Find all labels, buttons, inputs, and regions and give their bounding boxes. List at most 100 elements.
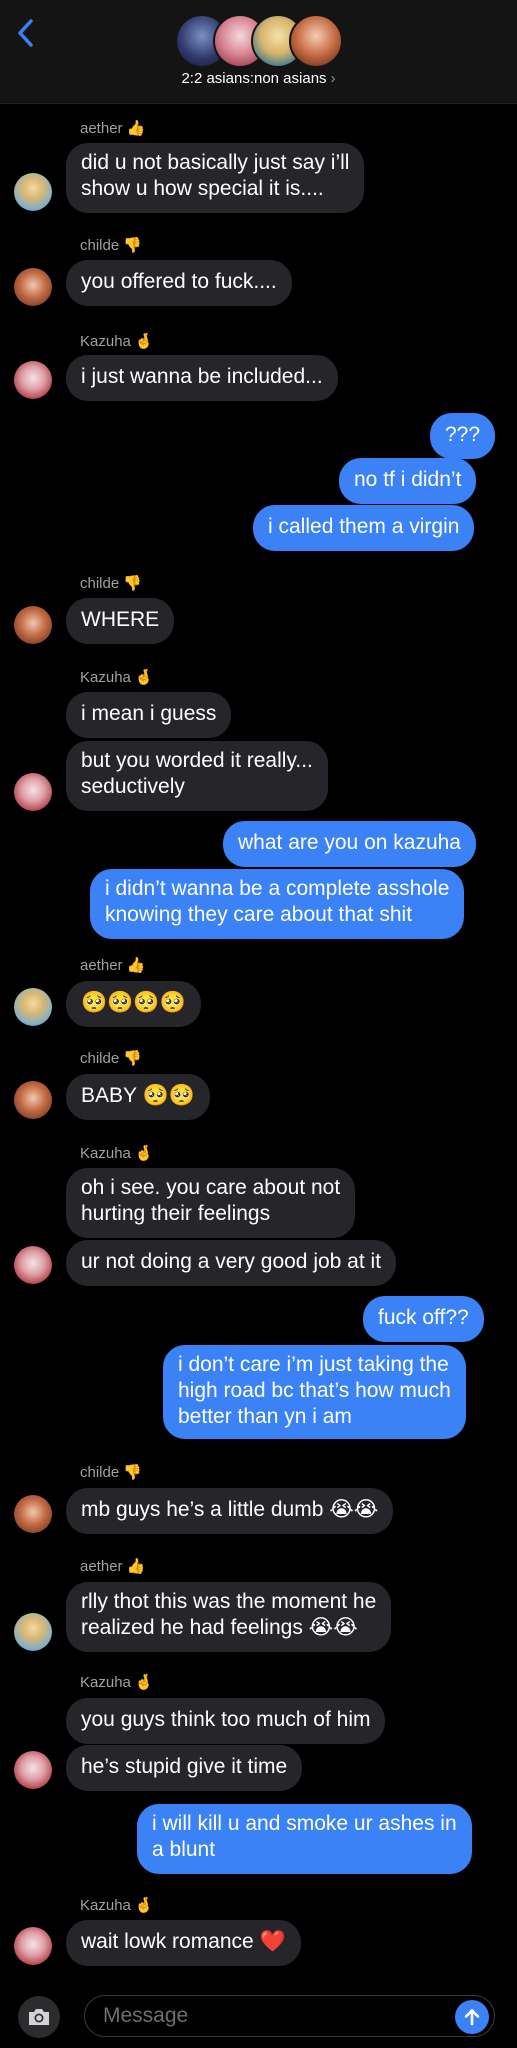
message-text: 🥺🥺🥺🥺 [81,991,186,1014]
thumbs-down-icon: 👎 [123,1050,142,1067]
thumbs-down-icon: 👎 [123,1464,142,1481]
sender-label: childe 👎 [80,1050,142,1067]
message-text: i will kill u and smoke ur ashes in [152,1812,457,1835]
sender-label: Kazuha 🤞 [80,333,154,350]
message-bubble[interactable]: you guys think too much of him [66,1698,386,1744]
message-bubble[interactable]: wait lowk romance ❤️ [66,1920,301,1966]
message-text: rlly thot this was the moment he [81,1590,377,1613]
sender-label: childe 👎 [80,575,142,592]
message-bubble[interactable]: mb guys he’s a little dumb 😭😭 [66,1488,394,1534]
sender-label: Kazuha 🤞 [80,1674,154,1691]
avatar-aether[interactable] [14,988,52,1026]
arrow-up-icon [464,2009,480,2026]
message-text: ur not doing a very good job at it [81,1250,382,1273]
avatar-childe[interactable] [14,1081,52,1119]
message-bubble-outgoing[interactable]: ??? [430,413,496,459]
camera-button[interactable] [18,1996,60,2038]
message-input[interactable] [84,1995,495,2037]
sender-label: Kazuha 🤞 [80,669,154,686]
message-bubble[interactable]: ur not doing a very good job at it [66,1240,397,1286]
message-composer [0,1983,517,2048]
group-name[interactable]: 2:2 asians:non asians › [0,70,517,87]
thumbs-down-icon: 👎 [123,575,142,592]
chat-header: 2:2 asians:non asians › [0,0,517,104]
message-text: BABY 🥺🥺 [81,1084,195,1107]
avatar-childe[interactable] [14,268,52,306]
message-text: WHERE [81,608,160,631]
message-bubble[interactable]: oh i see. you care about not hurting the… [66,1168,356,1238]
message-bubble[interactable]: i mean i guess [66,692,232,738]
back-button[interactable] [14,16,36,50]
avatar-childe[interactable] [14,606,52,644]
message-bubble[interactable]: he’s stupid give it time [66,1745,303,1791]
crossed-fingers-icon: 🤞 [134,1674,154,1691]
message-text: fuck off?? [378,1306,469,1329]
message-text: i didn’t wanna be a complete asshole [105,877,450,900]
sender-label: childe 👎 [80,237,142,254]
message-text: i don’t care i’m just taking the [178,1353,449,1376]
message-bubble[interactable]: WHERE [66,598,175,644]
message-bubble-outgoing[interactable]: i don’t care i’m just taking the high ro… [163,1345,466,1439]
message-bubble[interactable]: did u not basically just say i’ll show u… [66,143,365,213]
thumbs-down-icon: 👎 [123,237,142,254]
group-avatar [289,14,343,68]
avatar-childe[interactable] [14,1495,52,1533]
sender-label: aether 👍 [80,1558,146,1575]
crossed-fingers-icon: 🤞 [134,669,154,686]
avatar-kazuha[interactable] [14,361,52,399]
message-bubble[interactable]: you offered to fuck.... [66,260,292,306]
message-text: realized he had feelings 😭😭 [81,1616,358,1639]
avatar-kazuha[interactable] [14,773,52,811]
message-bubble[interactable]: rlly thot this was the moment he realize… [66,1582,392,1652]
avatar-aether[interactable] [14,173,52,211]
message-bubble[interactable]: 🥺🥺🥺🥺 [66,981,201,1027]
message-text: hurting their feelings [81,1202,271,1225]
message-text: what are you on kazuha [238,831,461,854]
message-text: better than yn i am [178,1405,352,1428]
message-text: show u how special it is.... [81,177,324,200]
sender-label: Kazuha 🤞 [80,1897,154,1914]
message-bubble[interactable]: but you worded it really... seductively [66,741,328,811]
avatar-aether[interactable] [14,1613,52,1651]
message-bubble[interactable]: i just wanna be included... [66,355,338,401]
message-bubble-outgoing[interactable]: fuck off?? [363,1296,484,1342]
message-text: he’s stupid give it time [81,1755,288,1778]
thumbs-up-icon: 👍 [126,1558,146,1575]
message-text: you offered to fuck.... [81,270,277,293]
chevron-right-icon: › [330,70,336,87]
message-bubble-outgoing[interactable]: i called them a virgin [253,505,475,551]
message-text: seductively [81,775,185,798]
crossed-fingers-icon: 🤞 [134,333,154,350]
sender-label: childe 👎 [80,1464,142,1481]
message-text: ??? [445,423,481,446]
message-text: no tf i didn’t [354,468,462,491]
chevron-left-icon [18,19,33,47]
thumbs-up-icon: 👍 [126,120,146,137]
message-bubble-outgoing[interactable]: no tf i didn’t [339,458,477,504]
message-bubble-outgoing[interactable]: i didn’t wanna be a complete asshole kno… [90,869,465,939]
avatar-kazuha[interactable] [14,1246,52,1284]
message-text: but you worded it really... [81,749,313,772]
avatar-kazuha[interactable] [14,1927,52,1965]
camera-icon [29,2009,49,2025]
sender-label: aether 👍 [80,957,146,974]
message-bubble[interactable]: BABY 🥺🥺 [66,1074,210,1120]
group-avatar-stack[interactable] [175,14,345,68]
message-text: did u not basically just say i’ll [81,151,350,174]
message-bubble-outgoing[interactable]: i will kill u and smoke ur ashes in a bl… [137,1804,472,1874]
message-text: knowing they care about that shit [105,903,413,926]
avatar-kazuha[interactable] [14,1751,52,1789]
message-text: wait lowk romance ❤️ [81,1930,286,1953]
message-text: oh i see. you care about not [81,1176,341,1199]
crossed-fingers-icon: 🤞 [134,1145,154,1162]
crossed-fingers-icon: 🤞 [134,1897,154,1914]
message-text: mb guys he’s a little dumb 😭😭 [81,1498,379,1521]
message-bubble-outgoing[interactable]: what are you on kazuha [223,821,476,867]
group-name-label: 2:2 asians:non asians [181,70,327,87]
message-text: you guys think too much of him [81,1708,371,1731]
send-button[interactable] [455,2000,489,2034]
sender-label: aether 👍 [80,120,146,137]
thumbs-up-icon: 👍 [126,957,146,974]
sender-label: Kazuha 🤞 [80,1145,154,1162]
message-text: a blunt [152,1838,216,1861]
